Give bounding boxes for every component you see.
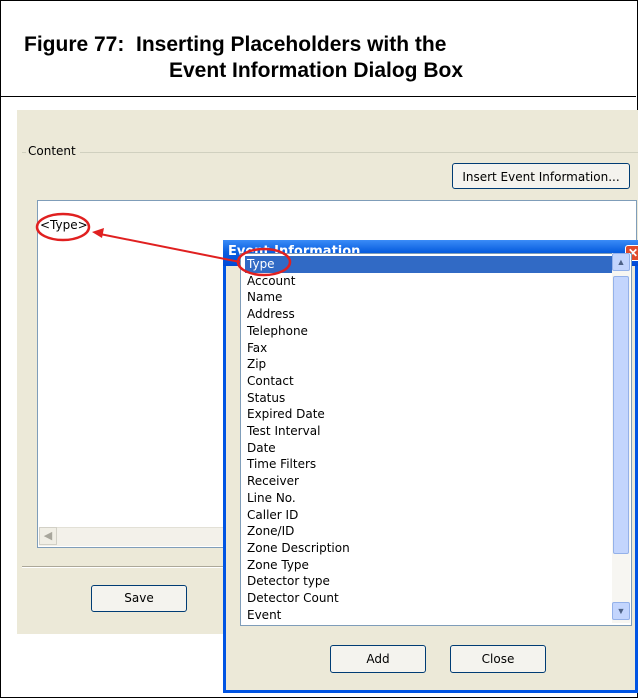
list-highlight-ellipse	[236, 247, 292, 277]
annotation-overlay	[35, 212, 292, 277]
annotation-arrowhead	[92, 228, 104, 238]
type-highlight-ellipse	[35, 212, 91, 242]
annotation-arrow-line	[99, 233, 241, 263]
